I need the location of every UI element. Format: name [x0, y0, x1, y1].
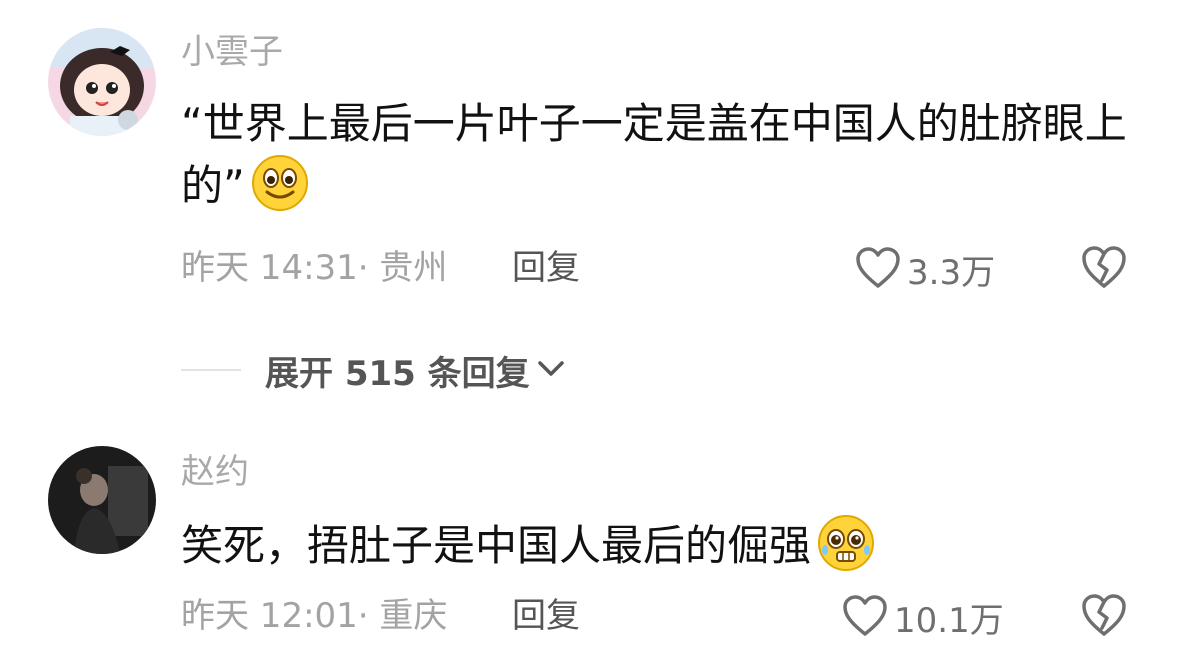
reply-button[interactable]: 回复 — [512, 248, 580, 288]
like-count: 3.3万 — [907, 252, 996, 293]
comment-text: “世界上最后一片叶子一定是盖在中国人的肚脐眼上的” — [181, 94, 1141, 228]
comment-meta: 昨天 14:31· 贵州 — [181, 248, 447, 288]
broken-heart-icon — [1080, 246, 1128, 294]
smile-emoji-icon — [251, 154, 309, 228]
reply-button[interactable]: 回复 — [512, 596, 580, 636]
pleading-emoji-icon — [817, 514, 875, 588]
timestamp: 昨天 12:01 — [181, 596, 358, 636]
like-button[interactable]: 10.1万 — [842, 594, 1004, 647]
avatar[interactable] — [48, 446, 156, 554]
divider — [181, 369, 241, 371]
like-count: 10.1万 — [894, 600, 1004, 641]
expand-replies-button[interactable]: 展开 515 条回复 — [181, 350, 566, 394]
comment-meta: 昨天 12:01· 重庆 — [181, 596, 447, 636]
username[interactable]: 小雲子 — [181, 32, 283, 72]
comment-text-content: “世界上最后一片叶子一定是盖在中国人的肚脐眼上的” — [181, 99, 1127, 210]
location: · 贵州 — [357, 248, 448, 288]
location: · 重庆 — [357, 596, 448, 636]
heart-icon — [842, 594, 888, 647]
comment-item: 小雲子 “世界上最后一片叶子一定是盖在中国人的肚脐眼上的” 昨天 14:31· … — [0, 0, 1179, 320]
comment-text: 笑死，捂肚子是中国人最后的倔强 — [181, 514, 1141, 588]
timestamp: 昨天 14:31 — [181, 248, 358, 288]
chevron-down-icon — [536, 357, 566, 383]
comment-text-content: 笑死，捂肚子是中国人最后的倔强 — [181, 521, 812, 570]
heart-icon — [855, 246, 901, 299]
dislike-button[interactable] — [1080, 244, 1128, 294]
dislike-button[interactable] — [1080, 592, 1128, 642]
avatar[interactable] — [48, 28, 156, 136]
broken-heart-icon — [1080, 594, 1128, 642]
username[interactable]: 赵约 — [181, 452, 249, 492]
comment-item: 赵约 笑死，捂肚子是中国人最后的倔强 昨天 12:01· 重庆 回复 10.1万 — [0, 430, 1179, 656]
expand-replies-label: 展开 515 条回复 — [265, 353, 530, 394]
like-button[interactable]: 3.3万 — [855, 246, 995, 299]
